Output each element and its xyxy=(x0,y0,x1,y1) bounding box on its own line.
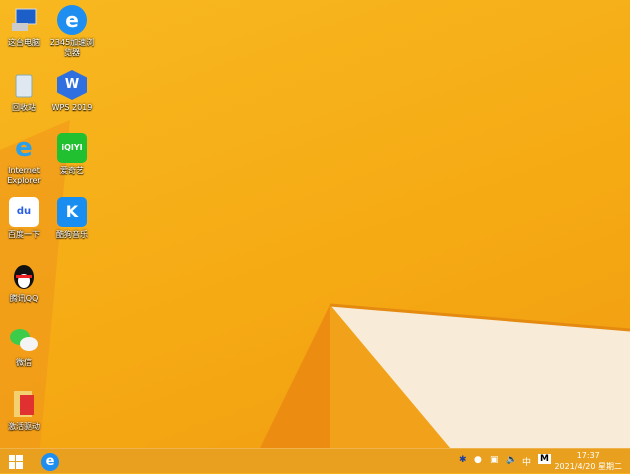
icon-label: 腾讯QQ xyxy=(9,294,39,303)
wps-icon: W xyxy=(57,70,87,100)
network-icon[interactable]: ▣ xyxy=(490,455,499,465)
icon-label: 微信 xyxy=(16,358,32,367)
desktop-icon-wechat[interactable]: 微信 xyxy=(0,325,48,368)
computer-icon xyxy=(9,5,39,35)
desktop-icon-this-pc[interactable]: 这台电脑 xyxy=(0,5,48,48)
volume-muted-icon[interactable]: 🔈 xyxy=(506,455,517,465)
iqiyi-icon: iQIYI xyxy=(57,133,87,163)
windows-logo-icon xyxy=(9,454,23,469)
icon-label: Internet Explorer xyxy=(7,166,41,185)
wechat-icon xyxy=(9,325,39,355)
ime-indicator[interactable]: 中 xyxy=(522,455,531,468)
clock-time: 17:37 xyxy=(576,451,600,460)
icon-label: 百度一下 xyxy=(8,230,40,239)
icon-label: 激活驱动 xyxy=(8,422,40,431)
security-icon[interactable]: ● xyxy=(474,455,482,465)
icon-label: 酷狗音乐 xyxy=(56,230,88,239)
baidu-icon: du xyxy=(9,197,39,227)
icon-label: 2345加速浏览器 xyxy=(49,38,95,57)
desktop-icon-internet-explorer[interactable]: e Internet Explorer xyxy=(0,133,48,186)
desktop-icon-wps[interactable]: W WPS 2019 xyxy=(48,70,96,113)
desktop-icon-recycle-bin[interactable]: 回收站 xyxy=(0,70,48,113)
clock-date: 2021/4/20 星期二 xyxy=(554,462,622,471)
qq-icon xyxy=(9,261,39,291)
icon-label: 回收站 xyxy=(12,103,36,112)
kugou-icon: K xyxy=(57,197,87,227)
recycle-bin-icon xyxy=(9,70,39,100)
bluetooth-icon[interactable]: ✱ xyxy=(459,455,467,465)
icon-label: 这台电脑 xyxy=(8,38,40,47)
taskbar: e ✱ ● ▣ 🔈 中 M 17:37 2021/4/20 星期二 xyxy=(0,448,630,473)
ime-mode-button[interactable]: M xyxy=(538,454,551,464)
browser-2345-icon: e xyxy=(57,5,87,35)
clock[interactable]: 17:37 2021/4/20 星期二 xyxy=(554,450,622,472)
desktop-icon-2345-browser[interactable]: e 2345加速浏览器 xyxy=(48,5,96,58)
ie-icon: e xyxy=(41,452,59,471)
desktop-icon-iqiyi[interactable]: iQIYI 爱奇艺 xyxy=(48,133,96,176)
taskbar-ie-button[interactable]: e xyxy=(36,449,64,474)
desktop-icon-qq[interactable]: 腾讯QQ xyxy=(0,261,48,304)
desktop-icon-baidu[interactable]: du 百度一下 xyxy=(0,197,48,240)
folder-icon xyxy=(9,389,39,419)
start-button[interactable] xyxy=(2,449,30,474)
icon-label: WPS 2019 xyxy=(51,103,93,112)
ie-icon: e xyxy=(15,133,33,163)
desktop[interactable]: 这台电脑 e 2345加速浏览器 回收站 W WPS 2019 e Intern… xyxy=(0,0,630,448)
desktop-icon-driver-folder[interactable]: 激活驱动 xyxy=(0,389,48,432)
icon-label: 爱奇艺 xyxy=(60,166,84,175)
desktop-icon-kugou[interactable]: K 酷狗音乐 xyxy=(48,197,96,240)
